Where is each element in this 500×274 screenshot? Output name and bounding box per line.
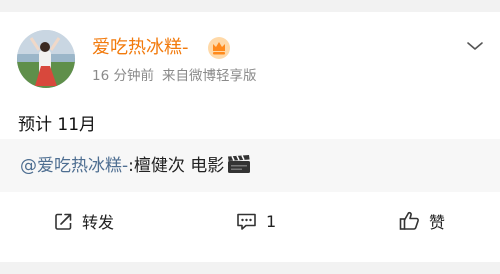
comment-icon	[237, 213, 256, 230]
action-bar: 转发 1 赞	[0, 192, 500, 250]
post-time: 16 分钟前	[92, 68, 154, 84]
post-text: 预计 11月	[18, 115, 97, 135]
repost-button[interactable]: 转发	[54, 192, 114, 250]
thumbs-up-icon	[399, 211, 419, 230]
post-meta: 16 分钟前 来自微博轻享版	[92, 68, 256, 84]
username[interactable]: 爱吃热冰糕-	[92, 38, 189, 58]
comment-button[interactable]: 1	[236, 192, 276, 250]
like-button[interactable]: 赞	[399, 192, 445, 250]
post-source[interactable]: 来自微博轻享版	[162, 68, 257, 84]
crown-badge-icon[interactable]	[207, 36, 231, 60]
avatar[interactable]	[17, 30, 75, 88]
comment-count: 1	[266, 211, 277, 231]
share-icon	[55, 213, 72, 230]
repost-text: :檀健次 电影	[128, 156, 225, 176]
avatar-image	[17, 30, 75, 88]
chevron-down-icon[interactable]	[466, 40, 484, 52]
repost-mention[interactable]: @爱吃热冰糕-	[20, 156, 128, 176]
clapperboard-icon	[228, 155, 251, 173]
repost-label: 转发	[82, 213, 115, 232]
repost-content: @爱吃热冰糕-:檀健次 电影	[20, 154, 251, 177]
like-label: 赞	[429, 213, 446, 232]
